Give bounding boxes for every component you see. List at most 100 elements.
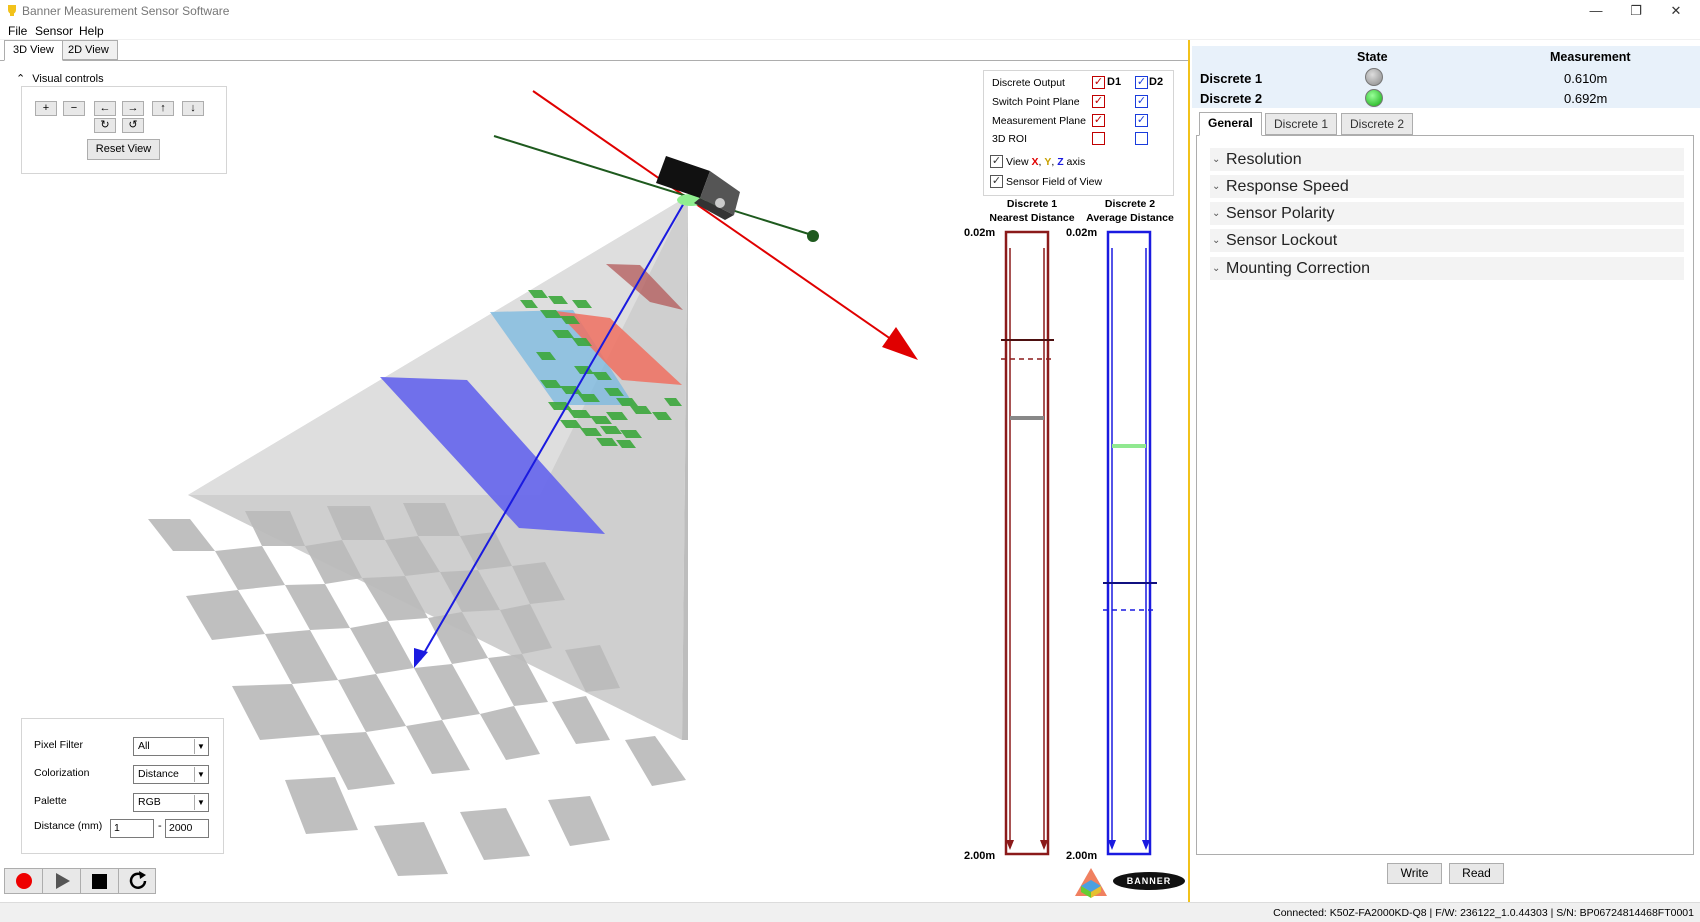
pan-up-button[interactable]: ↑ xyxy=(152,101,174,116)
section-sensor-lockout[interactable]: ⌄ Sensor Lockout xyxy=(1210,229,1684,252)
section-response-speed[interactable]: ⌄ Response Speed xyxy=(1210,175,1684,198)
menu-help[interactable]: Help xyxy=(79,24,104,38)
write-button[interactable]: Write xyxy=(1387,863,1442,884)
sensor-fov-checkbox[interactable]: ✓ xyxy=(990,175,1003,188)
pixel-filter-label: Pixel Filter xyxy=(34,739,84,751)
view-axis-label: View X, Y, Z axis xyxy=(1006,156,1086,168)
view-axis-checkbox[interactable]: ✓ xyxy=(990,155,1003,168)
rotate-ccw-button[interactable]: ↺ xyxy=(122,118,144,133)
palette-label: Palette xyxy=(34,795,67,807)
tab-discrete-2[interactable]: Discrete 2 xyxy=(1341,113,1414,135)
palette-cube-icon xyxy=(1075,868,1107,898)
tab-discrete-1[interactable]: Discrete 1 xyxy=(1265,113,1338,135)
section-sensor-polarity[interactable]: ⌄ Sensor Polarity xyxy=(1210,202,1684,225)
pixel-filter-select[interactable]: All ▼ xyxy=(133,737,209,756)
state-header: State xyxy=(1357,50,1388,64)
read-button[interactable]: Read xyxy=(1449,863,1504,884)
colorization-label: Colorization xyxy=(34,767,90,779)
window-title: Banner Measurement Sensor Software xyxy=(22,4,230,18)
3d-roi-d1-checkbox[interactable] xyxy=(1092,132,1105,145)
gauge-1-top-label: 0.02m xyxy=(964,227,996,239)
zoom-out-button[interactable]: − xyxy=(63,101,85,116)
colorization-value: Distance xyxy=(138,768,179,780)
visual-controls-header[interactable]: ⌃ Visual controls xyxy=(16,72,104,85)
pan-left-button[interactable]: ← xyxy=(94,101,116,116)
discrete-output-d1-checkbox[interactable]: ✓ xyxy=(1092,76,1105,89)
gauge-1-title: Discrete 1 Nearest Distance xyxy=(977,197,1087,225)
stop-icon xyxy=(92,874,107,889)
menu-file[interactable]: File xyxy=(8,24,27,38)
tab-general[interactable]: General xyxy=(1199,112,1262,136)
section-resolution[interactable]: ⌄ Resolution xyxy=(1210,148,1684,171)
record-icon xyxy=(16,873,32,889)
col-d1-header: D1 xyxy=(1107,76,1122,88)
discrete-2-state-label: Discrete 2 xyxy=(1200,91,1263,106)
gauge-2-title-line1: Discrete 2 xyxy=(1104,198,1156,210)
gauge-1-title-line2: Nearest Distance xyxy=(989,212,1075,224)
discrete-output-d2-checkbox[interactable]: ✓ xyxy=(1135,76,1148,89)
y-axis-end xyxy=(807,230,819,242)
tab-2d-view[interactable]: 2D View xyxy=(59,40,118,60)
visual-controls-label: Visual controls xyxy=(32,73,104,85)
chevron-down-icon: ▼ xyxy=(194,795,207,810)
play-button[interactable] xyxy=(43,869,81,893)
pixel-filter-value: All xyxy=(138,740,150,752)
section-resolution-label: Resolution xyxy=(1226,151,1302,168)
title-bar: Banner Measurement Sensor Software — ❐ ✕ xyxy=(0,0,1700,22)
pan-down-button[interactable]: ↓ xyxy=(182,101,204,116)
palette-value: RGB xyxy=(138,796,161,808)
distance-min-input[interactable]: 1 xyxy=(110,819,154,838)
connection-status: Connected: K50Z-FA2000KD-Q8 | F/W: 23612… xyxy=(1273,907,1694,919)
discrete-1-state-label: Discrete 1 xyxy=(1200,71,1263,86)
switch-point-plane-d1-checkbox[interactable]: ✓ xyxy=(1092,95,1105,108)
minimize-button[interactable]: — xyxy=(1576,0,1616,22)
palette-select[interactable]: RGB ▼ xyxy=(133,793,209,812)
section-sensor-polarity-label: Sensor Polarity xyxy=(1226,205,1335,222)
distance-separator: - xyxy=(158,820,162,832)
refresh-button[interactable] xyxy=(119,869,157,893)
menu-bar: File Sensor Help xyxy=(0,22,1700,40)
panel-divider[interactable] xyxy=(1188,40,1190,902)
gauge-1-frame xyxy=(1004,230,1050,856)
chevron-down-icon: ⌄ xyxy=(1212,263,1221,274)
restore-button[interactable]: ❐ xyxy=(1616,0,1656,22)
tab-3d-view[interactable]: 3D View xyxy=(4,40,63,61)
chevron-down-icon: ▼ xyxy=(194,767,207,782)
reset-view-button[interactable]: Reset View xyxy=(87,139,160,160)
measurement-plane-d2-checkbox[interactable]: ✓ xyxy=(1135,114,1148,127)
section-mounting-correction[interactable]: ⌄ Mounting Correction xyxy=(1210,257,1684,280)
axis-x-label: X xyxy=(1031,156,1039,168)
colorization-select[interactable]: Distance ▼ xyxy=(133,765,209,784)
close-button[interactable]: ✕ xyxy=(1656,0,1696,22)
section-sensor-lockout-label: Sensor Lockout xyxy=(1226,232,1338,249)
discrete-2-led xyxy=(1365,89,1383,107)
refresh-icon xyxy=(129,871,147,889)
measurement-plane-d1-checkbox[interactable]: ✓ xyxy=(1092,114,1105,127)
record-button[interactable] xyxy=(5,869,43,893)
rotate-cw-button[interactable]: ↻ xyxy=(94,118,116,133)
status-bar: Connected: K50Z-FA2000KD-Q8 | F/W: 23612… xyxy=(0,902,1700,922)
col-d2-header: D2 xyxy=(1149,76,1164,88)
zoom-in-button[interactable]: + xyxy=(35,101,57,116)
distance-max-input[interactable]: 2000 xyxy=(165,819,209,838)
3d-roi-d2-checkbox[interactable] xyxy=(1135,132,1148,145)
state-panel: State Measurement Discrete 1 Discrete 2 xyxy=(1192,46,1700,108)
menu-sensor[interactable]: Sensor xyxy=(35,24,73,38)
playback-toolbar xyxy=(4,868,156,894)
app-icon xyxy=(8,5,16,16)
measurement-header: Measurement xyxy=(1550,50,1631,64)
discrete-output-label: Discrete Output xyxy=(992,77,1065,89)
axis-y-label: Y xyxy=(1044,156,1052,168)
chevron-down-icon: ⌄ xyxy=(1212,154,1221,165)
stop-button[interactable] xyxy=(81,869,119,893)
distance-gauges xyxy=(1001,230,1157,856)
gauge-2-title-line2: Average Distance xyxy=(1086,212,1174,224)
play-icon xyxy=(56,873,70,889)
section-mounting-correction-label: Mounting Correction xyxy=(1226,260,1371,277)
pan-right-button[interactable]: → xyxy=(122,101,144,116)
chevron-down-icon: ▼ xyxy=(194,739,207,754)
x-axis-arrowhead xyxy=(882,327,918,360)
switch-point-plane-d2-checkbox[interactable]: ✓ xyxy=(1135,95,1148,108)
gauge-2-title: Discrete 2 Average Distance xyxy=(1075,197,1185,225)
measurement-plane-label: Measurement Plane xyxy=(992,115,1086,127)
